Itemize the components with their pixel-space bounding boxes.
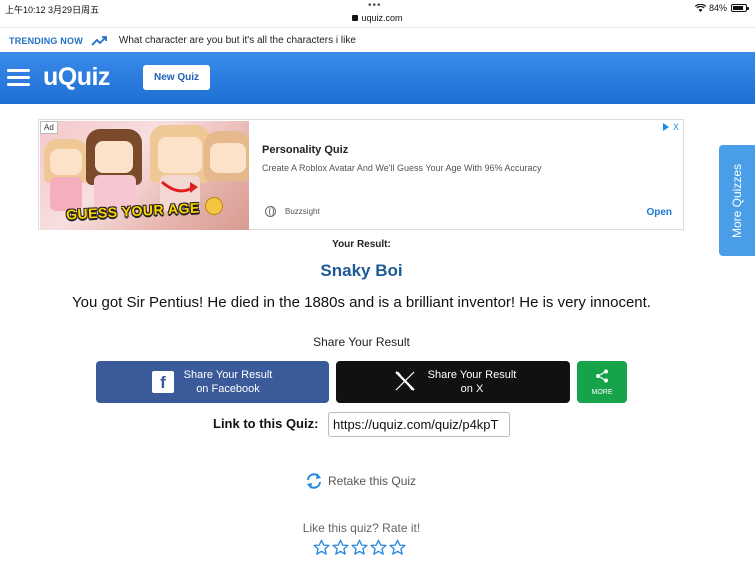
trending-quiz-link[interactable]: What character are you but it's all the … <box>119 35 356 46</box>
battery-icon <box>731 4 749 12</box>
thinking-emoji-icon <box>205 197 223 215</box>
lock-icon <box>352 15 359 21</box>
result-heading: Your Result: <box>332 239 391 250</box>
star-icon[interactable] <box>351 539 368 556</box>
address-bar[interactable]: uquiz.com <box>0 13 755 23</box>
star-rating <box>313 539 406 556</box>
share-icon <box>596 369 608 383</box>
ad-description: Create A Roblox Avatar And We'll Guess Y… <box>262 163 542 173</box>
star-icon[interactable] <box>389 539 406 556</box>
ad-image-text: GUESS YOUR AGE <box>65 199 201 223</box>
wifi-icon <box>694 4 706 12</box>
star-icon[interactable] <box>313 539 330 556</box>
ad-choices[interactable]: X <box>662 122 679 132</box>
share-x-line2: on X <box>460 383 484 395</box>
result-description: You got Sir Pentius! He died in the 1880… <box>72 294 651 311</box>
ad-title[interactable]: Personality Quiz <box>262 144 348 156</box>
ad-arrow-graphic <box>161 180 198 193</box>
ad-open-button[interactable]: Open <box>646 207 672 218</box>
new-quiz-button[interactable]: New Quiz <box>143 65 210 90</box>
x-logo-icon <box>395 371 415 391</box>
adchoices-icon[interactable] <box>662 123 669 131</box>
ad-badge: Ad <box>40 121 58 134</box>
facebook-icon: f <box>152 371 174 393</box>
refresh-icon <box>307 473 321 489</box>
result-title: Snaky Boi <box>320 261 403 280</box>
share-more-label: MORE <box>591 389 613 396</box>
url-text: uquiz.com <box>361 13 403 23</box>
trending-up-icon <box>91 35 107 46</box>
quiz-link-field[interactable] <box>328 412 510 437</box>
status-right: 84% <box>694 3 749 13</box>
share-heading: Share Your Result <box>313 335 410 349</box>
share-facebook-line1: Share Your Result <box>183 369 273 381</box>
share-facebook-line2: on Facebook <box>196 383 260 395</box>
more-quizzes-tab[interactable]: More Quizzes <box>719 145 755 256</box>
more-dots-icon[interactable]: ••• <box>368 0 382 11</box>
rate-label: Like this quiz? Rate it! <box>302 521 421 535</box>
share-facebook-button[interactable]: f Share Your Result on Facebook <box>96 361 329 403</box>
share-x-button[interactable]: Share Your Result on X <box>336 361 570 403</box>
site-header: uQuiz New Quiz <box>0 52 755 104</box>
ad-image[interactable]: Ad GUESS YOUR AGE <box>40 121 249 230</box>
hamburger-icon[interactable] <box>7 69 30 86</box>
more-quizzes-label: More Quizzes <box>730 163 744 238</box>
retake-label: Retake this Quiz <box>328 474 417 488</box>
ios-status-bar: 上午10:12 3月29日周五 ••• uquiz.com 84% <box>0 0 755 27</box>
trending-bar: TRENDING NOW What character are you but … <box>0 27 755 53</box>
battery-percent: 84% <box>708 3 727 13</box>
globe-icon <box>265 206 276 217</box>
quiz-link-label: Link to this Quiz: <box>213 416 319 431</box>
star-icon[interactable] <box>370 539 387 556</box>
ad-banner[interactable]: Ad GUESS YOUR AGE X Personality Quiz Cre… <box>38 119 684 230</box>
ad-advertiser: Buzzsight <box>285 207 320 216</box>
site-logo[interactable]: uQuiz <box>43 63 110 92</box>
share-x-line1: Share Your Result <box>427 369 517 381</box>
trending-label: TRENDING NOW <box>9 35 83 46</box>
ad-close-icon[interactable]: X <box>673 122 679 132</box>
share-more-button[interactable]: MORE <box>577 361 627 403</box>
retake-quiz-button[interactable]: Retake this Quiz <box>305 472 416 490</box>
star-icon[interactable] <box>332 539 349 556</box>
